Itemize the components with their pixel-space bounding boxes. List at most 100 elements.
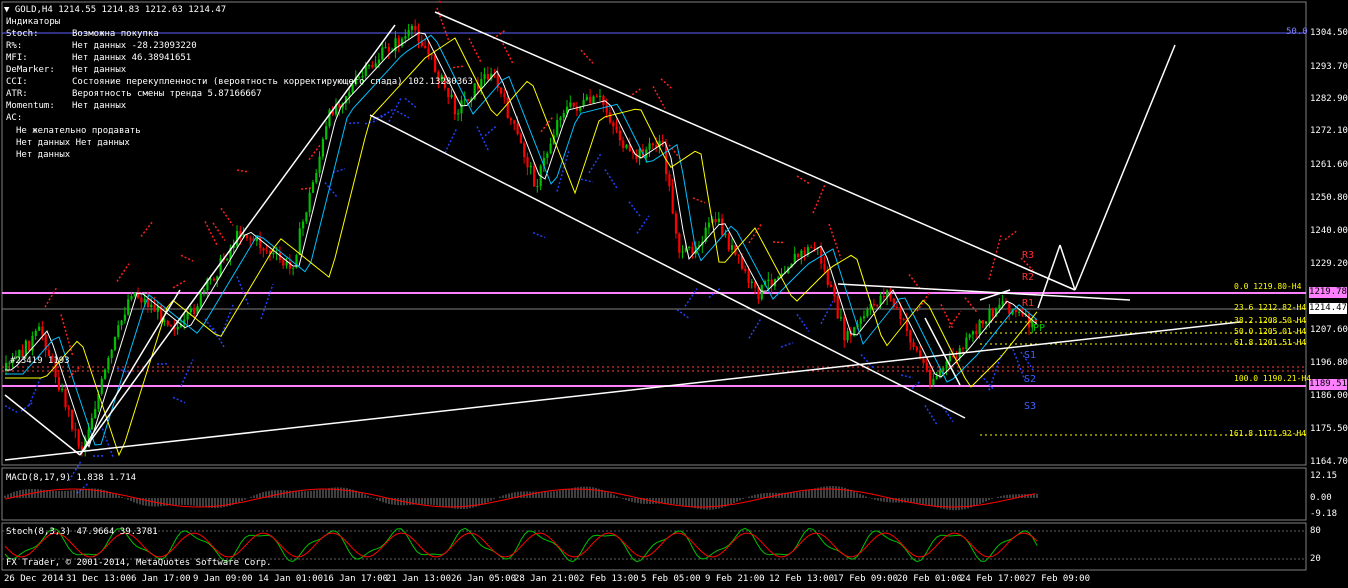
macd-axis-label: 0.00 <box>1310 493 1332 503</box>
candle-body <box>34 330 37 337</box>
candle-body <box>325 126 328 140</box>
candle-body <box>826 269 829 285</box>
candle-body <box>612 122 615 127</box>
resistance-marker <box>452 65 466 69</box>
candle-body <box>945 361 948 369</box>
candle-body <box>803 250 806 255</box>
resistance-marker <box>116 263 130 282</box>
indicator-value: Возможна покупка <box>72 29 159 39</box>
candle-body <box>117 325 120 337</box>
candle-body <box>113 336 117 350</box>
macd-axis-label: -9.18 <box>1310 509 1338 519</box>
stoch-axis-label: 80 <box>1310 526 1321 536</box>
price-axis-label: 1240.00 <box>1310 226 1348 236</box>
candle-body <box>978 320 981 334</box>
candle-body <box>450 94 453 98</box>
candle-body <box>285 261 288 266</box>
ac-line: Не желательно продавать <box>16 126 141 136</box>
candle-body <box>371 65 374 68</box>
support-marker <box>748 318 762 339</box>
macd-label: MACD(8,17,9) 1.838 1.714 <box>6 473 137 483</box>
chevron-down-icon[interactable]: ▼ <box>4 5 9 15</box>
candle-body <box>998 304 1001 309</box>
candle-body <box>737 254 740 256</box>
candle-body <box>176 326 179 330</box>
price-axis-label: 1207.60 <box>1310 325 1348 335</box>
candle-body <box>622 140 625 148</box>
stoch-label: Stoch(8,3,3) 47.9664 39.3781 <box>6 527 158 537</box>
candle-body <box>876 305 879 307</box>
candle-body <box>71 409 74 430</box>
indicator-name: Momentum: <box>6 101 55 111</box>
time-axis-label: 26 Dec 2014 <box>4 574 64 584</box>
resistance-marker <box>628 87 642 98</box>
resistance-marker <box>140 220 154 237</box>
candle-body <box>810 247 813 249</box>
candle-body <box>651 143 654 146</box>
candle-body <box>434 55 437 72</box>
time-axis-label: 9 Feb 21:00 <box>705 574 765 584</box>
candle-body <box>549 143 552 154</box>
candle-body <box>618 130 621 141</box>
fib-level-label: 100.0 1190.21-H4 <box>1234 374 1312 383</box>
candle-body <box>1001 301 1004 305</box>
pivot-label-pp: PP <box>1033 323 1046 334</box>
candle-body <box>77 430 80 447</box>
resistance-marker <box>772 241 786 244</box>
fib-level-label: 161.8 1171.92-H4 <box>1229 429 1307 438</box>
support-marker <box>364 119 378 125</box>
indicator-value: Состояние перекупленности (вероятность к… <box>72 77 473 87</box>
candle-body <box>760 284 763 300</box>
candle-body <box>912 342 915 348</box>
candle-body <box>556 120 559 136</box>
trend-line <box>4 321 1241 461</box>
candle-body <box>569 102 572 107</box>
candle-body <box>872 303 876 306</box>
candle-body <box>526 157 529 168</box>
resistance-marker <box>580 49 594 64</box>
level-50-label: 50.0 <box>1286 27 1308 37</box>
time-axis-label: 2 Feb 13:00 <box>579 574 639 584</box>
chart-header: ▼ GOLD,H4 1214.55 1214.83 1212.63 1214.4… <box>4 4 226 16</box>
candle-body <box>500 87 503 94</box>
macd-window-frame <box>1 467 1307 521</box>
candle-body <box>486 74 489 80</box>
indicator-name: R%: <box>6 41 23 51</box>
candle-body <box>902 318 905 321</box>
candle-body <box>120 320 123 326</box>
candle-body <box>942 368 945 371</box>
resistance-marker <box>828 223 842 259</box>
indicator-value: Нет данных <box>72 65 127 75</box>
candle-body <box>585 96 588 100</box>
candle-body <box>866 309 869 317</box>
candle-body <box>414 25 417 31</box>
candle-body <box>457 113 460 115</box>
candle-body <box>100 378 103 394</box>
candle-body <box>592 96 595 104</box>
candle-body <box>265 250 268 252</box>
candle-body <box>127 299 130 315</box>
resistance-marker <box>60 314 74 358</box>
candle-body <box>813 247 816 249</box>
candle-body <box>971 331 975 335</box>
candle-body <box>483 74 486 80</box>
candle-body <box>846 331 849 341</box>
support-marker <box>684 288 698 307</box>
macd-axis-label: 12.15 <box>1310 471 1338 481</box>
resistance-marker <box>44 286 58 308</box>
candle-body <box>5 363 8 370</box>
indicator-name: MFI: <box>6 53 28 63</box>
candle-body <box>249 238 252 240</box>
candle-body <box>318 156 321 173</box>
pivot-label-r1: R1 <box>1022 298 1035 309</box>
candle-body <box>193 308 196 314</box>
candle-body <box>384 47 387 49</box>
resistance-marker <box>692 197 706 204</box>
support-marker <box>820 300 834 325</box>
candle-body <box>546 153 549 158</box>
candle-body <box>387 47 390 52</box>
fib-level-label: 38.2 1208.50-H4 <box>1234 316 1307 325</box>
ma-slow-line <box>5 37 1038 457</box>
candle-body <box>189 308 192 313</box>
resistance-marker <box>948 310 962 329</box>
